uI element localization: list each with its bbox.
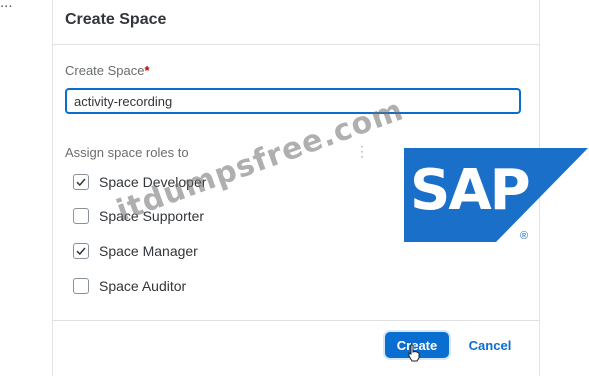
assign-roles-label: Assign space roles to xyxy=(65,145,189,160)
role-space-auditor[interactable]: Space Auditor xyxy=(73,275,186,297)
sap-logo-text: SAP xyxy=(410,158,531,223)
hand-cursor-icon xyxy=(408,344,420,362)
space-name-label-text: Create Space xyxy=(65,63,145,78)
checkmark-icon xyxy=(76,178,86,187)
required-asterisk: * xyxy=(144,63,150,78)
role-label: Space Auditor xyxy=(99,278,187,294)
dialog-header: Create Space xyxy=(53,0,539,45)
checkbox-space-manager[interactable] xyxy=(73,243,89,259)
space-name-label: Create Space* xyxy=(65,63,150,78)
registered-mark: ® xyxy=(520,230,529,242)
cancel-button[interactable]: Cancel xyxy=(459,332,521,358)
role-space-manager[interactable]: Space Manager xyxy=(73,240,198,262)
space-name-input[interactable] xyxy=(65,88,521,114)
checkmark-icon xyxy=(76,247,86,256)
footer-divider xyxy=(53,320,539,321)
more-options-icon[interactable]: · · · xyxy=(360,140,364,162)
checkbox-space-supporter[interactable] xyxy=(73,208,89,224)
checkbox-space-developer[interactable] xyxy=(73,174,89,190)
dialog-title: Create Space xyxy=(65,11,167,28)
checkbox-space-auditor[interactable] xyxy=(73,278,89,294)
role-label: Space Manager xyxy=(99,243,198,259)
